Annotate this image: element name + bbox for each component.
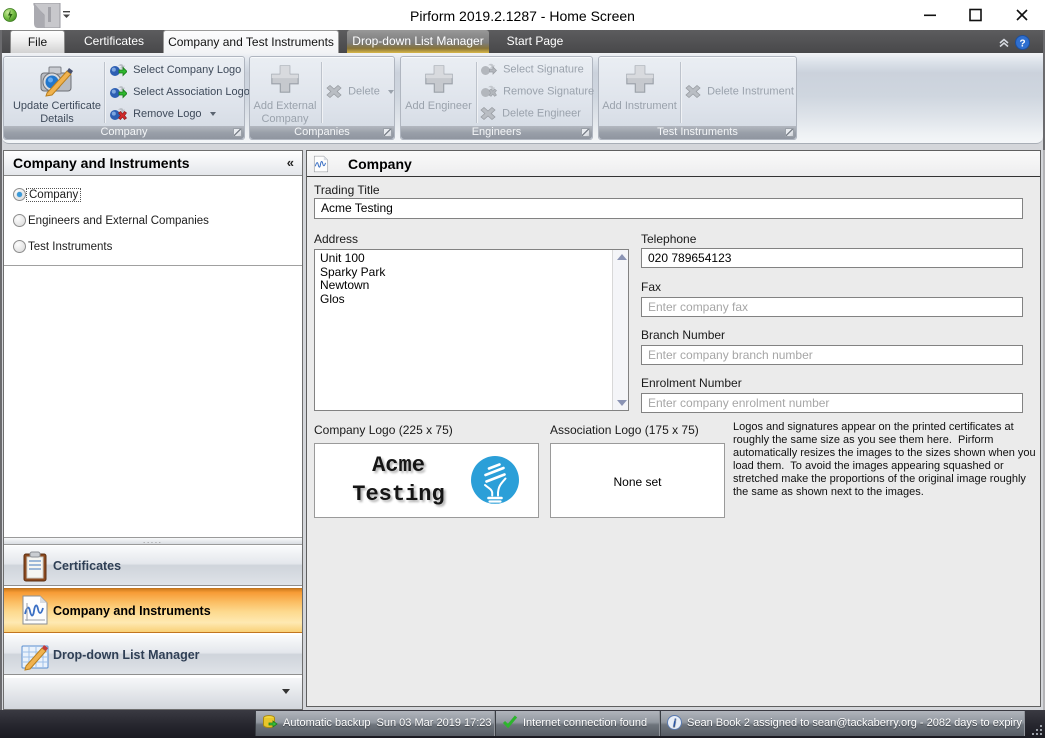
svg-text:?: ? [1019,39,1025,50]
